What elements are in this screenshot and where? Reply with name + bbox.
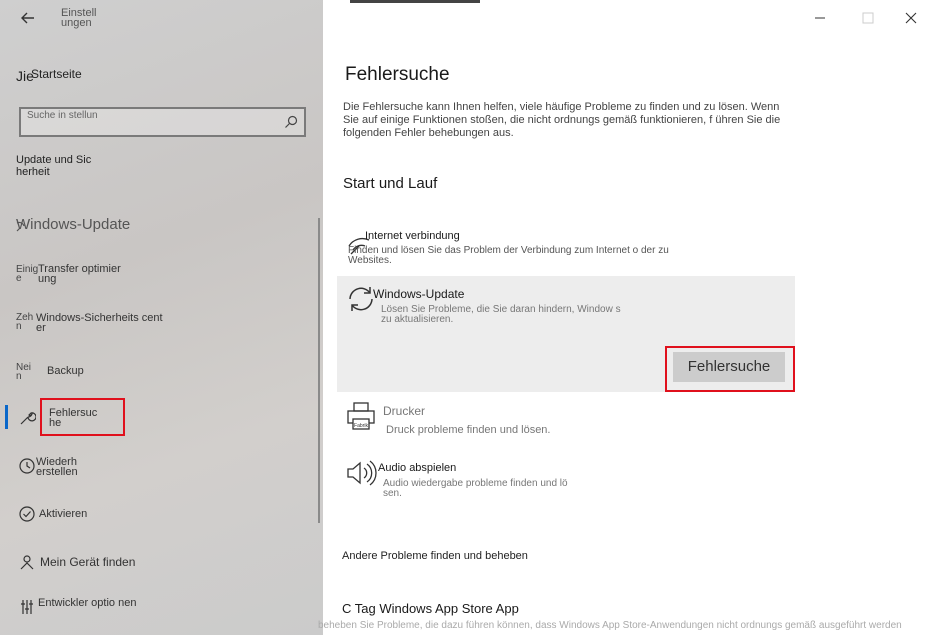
tile-title: Drucker [383, 404, 426, 418]
sidebar-item-recovery[interactable]: Wiederh erstellen [0, 452, 323, 488]
sidebar-item-label: Windows-Sicherheits cent er [36, 312, 163, 334]
tile-title: Audio abspielen [378, 462, 457, 474]
close-icon[interactable] [899, 8, 923, 28]
tile-printer[interactable]: Fabrik Drucker Druck probleme finden und… [337, 398, 795, 446]
app-title: Einstell ungen [61, 7, 97, 29]
section-windows-update[interactable]: Windows-Update [16, 216, 130, 233]
sidebar-item-prefix: Nei n [16, 362, 32, 382]
sidebar-item-find-my-device[interactable]: Mein Gerät finden [0, 550, 323, 586]
tile-title: Windows-Update [373, 287, 465, 301]
main-panel: Fehlersuche Die Fehlersuche kann Ihnen h… [323, 0, 936, 635]
sidebar-scrollbar[interactable] [318, 218, 320, 523]
sidebar-item-label: Transfer optimier ung [38, 263, 121, 285]
highlight-box-button [665, 346, 795, 392]
check-circle-icon [19, 506, 35, 522]
developer-tools-icon [21, 600, 33, 614]
sidebar-item-label: Entwickler optio nen [38, 597, 137, 609]
home-link[interactable]: Startseite [31, 67, 82, 81]
page-title: Fehlersuche [345, 64, 450, 85]
highlight-box-sidebar [40, 398, 125, 436]
tile-description: Druck probleme finden und lösen. [386, 424, 551, 436]
tile-description: Audio wiedergabe probleme finden und lö … [383, 478, 568, 499]
sidebar-item-prefix: Einig e [16, 264, 39, 284]
history-icon [19, 458, 35, 474]
sidebar-item-windows-security[interactable]: Zeh n Windows-Sicherheits cent er [0, 311, 323, 347]
other-problems-heading: Andere Probleme finden und beheben [342, 550, 528, 562]
sidebar-item-prefix: Zeh n [16, 312, 34, 332]
maximize-icon[interactable] [856, 8, 880, 28]
sidebar-item-delivery-optimization[interactable]: Einig e Transfer optimier ung [0, 262, 323, 298]
printer-icon: Fabrik [347, 402, 375, 430]
top-edge-fragment [350, 0, 480, 3]
minimize-icon[interactable] [808, 8, 832, 28]
section-heading-start-run: Start und Lauf [343, 175, 438, 192]
tile-playing-audio[interactable]: Audio abspielen Audio wiedergabe problem… [337, 455, 795, 505]
page-description: Die Fehlersuche kann Ihnen helfen, viele… [343, 101, 781, 139]
back-arrow-icon[interactable] [18, 8, 38, 28]
tile-description: Lösen Sie Probleme, die Sie daran hinder… [381, 304, 621, 325]
tile-title: Internet verbindung [365, 230, 460, 242]
overlay-caption: beheben Sie Probleme, die dazu führen kö… [318, 620, 902, 631]
search-box[interactable]: Suche in stellun [19, 107, 306, 137]
search-icon[interactable] [284, 115, 298, 129]
wrench-icon [20, 412, 36, 425]
sidebar-item-backup[interactable]: Nei n Backup [0, 361, 323, 397]
printer-icon-label: Fabrik [354, 423, 368, 429]
update-icon [16, 221, 25, 232]
sidebar-item-activation[interactable]: Aktivieren [0, 502, 323, 538]
tile-description: Finden und lösen Sie das Problem der Ver… [348, 245, 669, 266]
sidebar-item-label: Wiederh erstellen [36, 456, 78, 478]
speaker-icon [347, 460, 377, 486]
sidebar-item-label: Mein Gerät finden [40, 555, 136, 569]
tile-windows-store-apps[interactable]: C Tag Windows App Store App [342, 601, 519, 616]
settings-sidebar: Einstell ungen Jie Startseite Suche in s… [0, 0, 323, 635]
category-update-security: Update und Sic herheit [16, 154, 92, 178]
sidebar-item-label: Backup [47, 365, 84, 377]
search-input[interactable]: Suche in stellun [27, 111, 117, 121]
sidebar-item-label: Aktivieren [39, 508, 88, 520]
person-pin-icon [20, 555, 34, 570]
tile-internet-connections[interactable]: Internet verbindung Finden und lösen Sie… [337, 222, 795, 272]
